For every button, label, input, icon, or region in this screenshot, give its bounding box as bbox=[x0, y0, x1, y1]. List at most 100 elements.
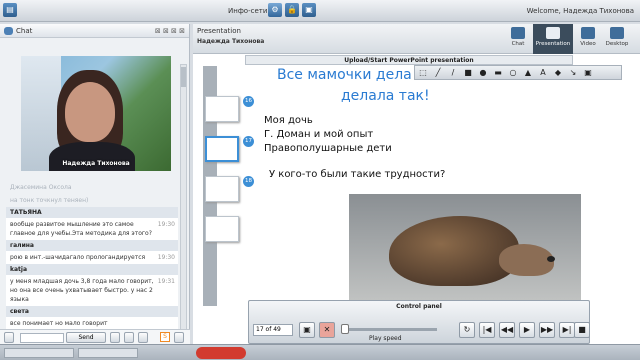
prev-slide-button[interactable]: ◀◀ bbox=[499, 322, 515, 338]
eye-icon[interactable] bbox=[138, 332, 148, 343]
pen-tool-icon[interactable]: ╱ bbox=[432, 67, 444, 79]
record-indicator[interactable] bbox=[196, 347, 246, 359]
thumbnail[interactable] bbox=[205, 96, 239, 122]
chat-input[interactable] bbox=[20, 333, 64, 343]
taskbar-item[interactable] bbox=[4, 348, 74, 358]
select-tool-icon[interactable]: ⬚ bbox=[417, 67, 429, 79]
presenter-name: Надежда Тихонова bbox=[197, 38, 265, 45]
video-icon bbox=[581, 27, 595, 39]
rect-outline-tool-icon[interactable]: ▬ bbox=[492, 67, 504, 79]
desktop-icon bbox=[610, 27, 624, 39]
stop-button[interactable]: ■ bbox=[574, 322, 590, 338]
chat-text: галина bbox=[10, 242, 34, 249]
video-name-label: Надежда Тихонова bbox=[62, 160, 130, 167]
thumbnail-active[interactable] bbox=[205, 136, 239, 162]
next-slide-button[interactable]: ▶▶ bbox=[539, 322, 555, 338]
bullet: Правополушарные дети bbox=[264, 143, 392, 154]
tab-presentation[interactable]: Presentation bbox=[533, 24, 573, 54]
drawing-toolbar: ⬚ ╱ / ■ ● ▬ ○ ▲ A ◆ ↘ ▣ bbox=[414, 65, 622, 80]
thumbnail-number: 16 bbox=[243, 96, 254, 107]
pointer-tool-icon[interactable]: ↘ bbox=[567, 67, 579, 79]
webcam-video: Надежда Тихонова bbox=[21, 56, 171, 171]
chat-text: katja bbox=[10, 266, 28, 273]
chat-text: Джасемина Оксола bbox=[10, 184, 72, 191]
tab-chat[interactable]: Chat bbox=[504, 24, 532, 54]
circle-outline-tool-icon[interactable]: ○ bbox=[507, 67, 519, 79]
play-button[interactable]: ▶ bbox=[519, 322, 535, 338]
chat-message: рою в инт.-шачидагало прологандируется 19… bbox=[6, 251, 178, 264]
presentation-title: Presentation bbox=[197, 27, 241, 35]
thumbnail-number: 18 bbox=[243, 176, 254, 187]
eraser-icon[interactable]: ◆ bbox=[552, 67, 564, 79]
text-tool-icon[interactable]: A bbox=[537, 67, 549, 79]
chat-text: ТАТЬЯНА bbox=[10, 209, 42, 216]
chat-text: на тонк точкнул теняен) bbox=[10, 197, 89, 204]
tab-video[interactable]: Video bbox=[574, 24, 602, 54]
scroll-thumb[interactable] bbox=[181, 67, 186, 87]
settings-icon[interactable]: ⚙ bbox=[268, 3, 282, 17]
chat-text: вообще развитое мышление это самое главн… bbox=[10, 221, 152, 237]
triangle-tool-icon[interactable]: ▲ bbox=[522, 67, 534, 79]
last-slide-button[interactable]: ▶| bbox=[559, 322, 575, 338]
chat-time: 19:30 bbox=[157, 221, 175, 228]
thumbnail-number: 17 bbox=[243, 136, 254, 147]
bullet: Г. Доман и мой опыт bbox=[264, 129, 374, 140]
slide-bullets: Моя дочь Г. Доман и мой опыт Правополуша… bbox=[264, 114, 392, 156]
emoji-icon[interactable] bbox=[4, 332, 14, 343]
chat-title: Chat bbox=[16, 27, 33, 35]
presentation-panel: Presentation Надежда Тихонова Chat Prese… bbox=[193, 24, 640, 344]
upload-presentation-button[interactable]: Upload/Start PowerPoint presentation bbox=[245, 55, 573, 65]
control-panel: Control panel 17 of 49 ▣ ✕ Play speed ↻ … bbox=[248, 300, 590, 344]
chat-icon bbox=[4, 27, 13, 35]
reload-button[interactable]: ↻ bbox=[459, 322, 475, 338]
chat-message-faded: на тонк точкнул теняен) bbox=[6, 194, 178, 207]
delete-icon[interactable]: ▣ bbox=[582, 67, 594, 79]
print-icon[interactable] bbox=[174, 332, 184, 343]
page-selector[interactable]: 17 of 49 bbox=[253, 324, 293, 336]
app-menu-icon[interactable]: ▤ bbox=[3, 3, 17, 17]
circle-tool-icon[interactable]: ● bbox=[477, 67, 489, 79]
speed-slider-handle[interactable] bbox=[341, 324, 349, 334]
chat-icon bbox=[511, 27, 525, 39]
chat-message: вообще развитое мышление это самое главн… bbox=[6, 218, 178, 240]
chat-window-buttons[interactable]: ⊠ ⊠ ⊠ ⊠ bbox=[155, 24, 185, 38]
first-slide-button[interactable]: |◀ bbox=[479, 322, 495, 338]
chat-scrollbar[interactable] bbox=[180, 64, 187, 339]
chat-messages: Джасемина Оксола на тонк точкнул теняен) Т… bbox=[6, 181, 178, 348]
top-bar: ▤ ⚙ 🔒 ▣ Инфо-сети Welcome, Надежда Тихон… bbox=[0, 0, 640, 22]
speed-label: Play speed bbox=[369, 335, 402, 342]
attach-icon[interactable] bbox=[110, 332, 120, 343]
speed-slider[interactable] bbox=[345, 328, 437, 331]
tab-desktop[interactable]: Desktop bbox=[603, 24, 631, 54]
app-title: Инфо-сети bbox=[228, 7, 268, 15]
chat-text: все понимает но мало говорит bbox=[10, 320, 108, 327]
chat-time: 19:30 bbox=[157, 254, 175, 261]
thumbnail[interactable] bbox=[205, 176, 239, 202]
rect-tool-icon[interactable]: ■ bbox=[462, 67, 474, 79]
fullscreen-button[interactable]: ▣ bbox=[299, 322, 315, 338]
lock-icon[interactable]: 🔒 bbox=[285, 3, 299, 17]
presentation-icon bbox=[546, 27, 560, 39]
slide-question: У кого-то были такие трудности? bbox=[269, 169, 446, 180]
taskbar-item[interactable] bbox=[78, 348, 138, 358]
chat-author: света bbox=[6, 306, 178, 317]
line-tool-icon[interactable]: / bbox=[447, 67, 459, 79]
link-icon[interactable] bbox=[124, 332, 134, 343]
stop-sharing-button[interactable]: ✕ bbox=[319, 322, 335, 338]
chat-text: света bbox=[10, 308, 29, 315]
chat-author: галина bbox=[6, 240, 178, 251]
chat-text: у меня младшая дочь 3,8 года мало говори… bbox=[10, 278, 154, 303]
control-panel-title: Control panel bbox=[396, 303, 442, 310]
status-bar bbox=[0, 344, 640, 360]
thumbnail[interactable] bbox=[205, 216, 239, 242]
status-badge[interactable]: S bbox=[160, 332, 170, 342]
chat-time: 19:31 bbox=[157, 278, 175, 285]
save-icon[interactable]: ▣ bbox=[302, 3, 316, 17]
bullet: Моя дочь bbox=[264, 115, 313, 126]
chat-author: katja bbox=[6, 264, 178, 275]
welcome-text: Welcome, Надежда Тихонова bbox=[526, 7, 634, 15]
send-button[interactable]: Send bbox=[66, 332, 106, 343]
slide-title-line1: Все мамочки дела bbox=[277, 67, 412, 83]
chat-author: ТАТЬЯНА bbox=[6, 207, 178, 218]
chat-message-faded: Джасемина Оксола bbox=[6, 181, 178, 194]
